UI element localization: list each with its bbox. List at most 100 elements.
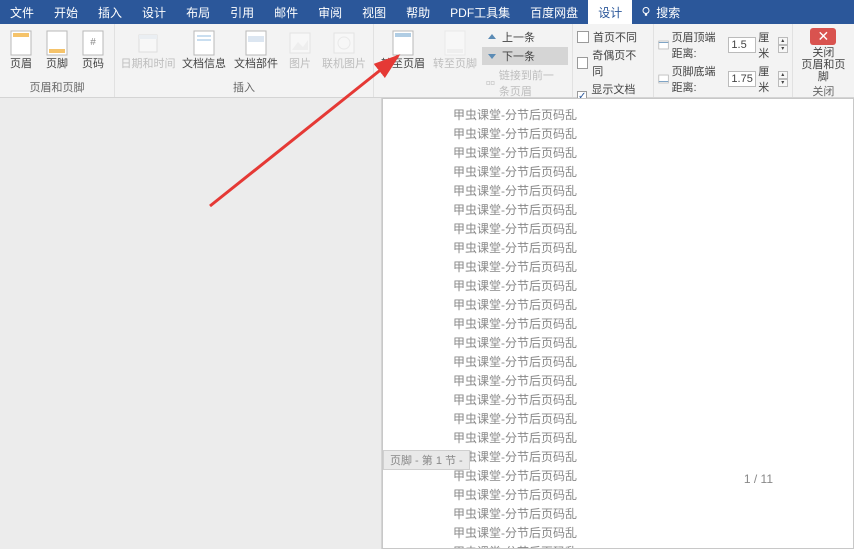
footer-distance-icon xyxy=(658,73,669,85)
workspace: 甲虫课堂-分节后页码乱甲虫课堂-分节后页码乱甲虫课堂-分节后页码乱甲虫课堂-分节… xyxy=(0,98,854,549)
document-line: 甲虫课堂-分节后页码乱 xyxy=(453,447,853,466)
document-line: 甲虫课堂-分节后页码乱 xyxy=(453,333,853,352)
header-distance-input[interactable]: 1.5 xyxy=(728,37,756,53)
document-line: 甲虫课堂-分节后页码乱 xyxy=(453,105,853,124)
tab-header-footer-design[interactable]: 设计 xyxy=(588,0,632,24)
group-navigation: 转至页眉 转至页脚 上一条 下一条 链接到前一条页眉 xyxy=(374,24,573,97)
svg-text:#: # xyxy=(90,37,96,48)
document-line: 甲虫课堂-分节后页码乱 xyxy=(453,219,853,238)
lightbulb-icon xyxy=(640,6,652,18)
tab-insert[interactable]: 插入 xyxy=(88,0,132,24)
document-line: 甲虫课堂-分节后页码乱 xyxy=(453,276,853,295)
picture-icon xyxy=(289,30,311,56)
tab-mailings[interactable]: 邮件 xyxy=(264,0,308,24)
goto-footer-button[interactable]: 转至页脚 xyxy=(430,26,480,70)
document-line: 甲虫课堂-分节后页码乱 xyxy=(453,466,853,485)
picture-button[interactable]: 图片 xyxy=(283,26,317,70)
document-line: 甲虫课堂-分节后页码乱 xyxy=(453,542,853,549)
left-pane xyxy=(0,98,382,549)
page-number-button[interactable]: # 页码 xyxy=(76,26,110,70)
document-line: 甲虫课堂-分节后页码乱 xyxy=(453,238,853,257)
ribbon: 页眉 页脚 # 页码 页眉和页脚 日期和时间 文档信息 xyxy=(0,24,854,98)
goto-header-icon xyxy=(392,30,414,56)
document-line: 甲虫课堂-分节后页码乱 xyxy=(453,295,853,314)
arrow-down-icon xyxy=(486,50,498,62)
nav-prev[interactable]: 上一条 xyxy=(482,28,568,46)
group-insert: 日期和时间 文档信息 文档部件 图片 联机图片 插入 xyxy=(115,24,374,97)
tab-references[interactable]: 引用 xyxy=(220,0,264,24)
document-body: 甲虫课堂-分节后页码乱甲虫课堂-分节后页码乱甲虫课堂-分节后页码乱甲虫课堂-分节… xyxy=(383,99,853,549)
arrow-up-icon xyxy=(486,31,498,43)
tab-help[interactable]: 帮助 xyxy=(396,0,440,24)
footer-icon xyxy=(46,30,68,56)
spin-up-icon[interactable]: ▴ xyxy=(778,71,788,79)
goto-footer-icon xyxy=(444,30,466,56)
document-line: 甲虫课堂-分节后页码乱 xyxy=(453,371,853,390)
tab-home[interactable]: 开始 xyxy=(44,0,88,24)
page-number-icon: # xyxy=(82,30,104,56)
search-label: 搜索 xyxy=(656,4,680,21)
option-odd-even-different[interactable]: 奇偶页不同 xyxy=(577,47,643,79)
document-line: 甲虫课堂-分节后页码乱 xyxy=(453,181,853,200)
tab-baidu-netdisk[interactable]: 百度网盘 xyxy=(520,0,588,24)
group-options: 首页不同 奇偶页不同 显示文档文字 选项 xyxy=(573,24,654,97)
checkbox-icon xyxy=(577,31,589,43)
spinner-buttons[interactable]: ▴▾ xyxy=(778,71,788,87)
footer-bottom-distance[interactable]: 页脚底端距离: 1.75 厘米 ▴▾ xyxy=(658,63,787,95)
date-time-button[interactable]: 日期和时间 xyxy=(119,26,177,70)
tab-view[interactable]: 视图 xyxy=(352,0,396,24)
checkbox-icon xyxy=(577,57,588,69)
doc-info-button[interactable]: 文档信息 xyxy=(179,26,229,70)
group-position: 页眉顶端距离: 1.5 厘米 ▴▾ 页脚底端距离: 1.75 厘米 ▴▾ 插入对… xyxy=(654,24,792,97)
link-icon xyxy=(486,77,495,89)
group-header-footer: 页眉 页脚 # 页码 页眉和页脚 xyxy=(0,24,115,97)
nav-link-previous[interactable]: 链接到前一条页眉 xyxy=(482,66,568,100)
goto-header-button[interactable]: 转至页眉 xyxy=(378,26,428,70)
online-picture-button[interactable]: 联机图片 xyxy=(319,26,369,70)
document-page[interactable]: 甲虫课堂-分节后页码乱甲虫课堂-分节后页码乱甲虫课堂-分节后页码乱甲虫课堂-分节… xyxy=(382,98,854,549)
tab-design[interactable]: 设计 xyxy=(132,0,176,24)
calendar-icon xyxy=(137,30,159,56)
header-top-distance[interactable]: 页眉顶端距离: 1.5 厘米 ▴▾ xyxy=(658,29,787,61)
close-header-footer-button[interactable]: ✕ xyxy=(810,28,836,45)
spinner-buttons[interactable]: ▴▾ xyxy=(778,37,788,53)
header-icon xyxy=(10,30,32,56)
footer-section-tag[interactable]: 页脚 - 第 1 节 - xyxy=(383,450,470,470)
document-line: 甲虫课堂-分节后页码乱 xyxy=(453,523,853,542)
document-line: 甲虫课堂-分节后页码乱 xyxy=(453,200,853,219)
group-label-insert: 插入 xyxy=(119,79,369,97)
header-button[interactable]: 页眉 xyxy=(4,26,38,70)
document-line: 甲虫课堂-分节后页码乱 xyxy=(453,390,853,409)
tab-pdf-tools[interactable]: PDF工具集 xyxy=(440,0,520,24)
doc-parts-icon xyxy=(245,30,267,56)
header-distance-icon xyxy=(658,39,669,51)
spin-down-icon[interactable]: ▾ xyxy=(778,45,788,53)
footer-distance-input[interactable]: 1.75 xyxy=(728,71,756,87)
tab-review[interactable]: 审阅 xyxy=(308,0,352,24)
document-line: 甲虫课堂-分节后页码乱 xyxy=(453,504,853,523)
document-line: 甲虫课堂-分节后页码乱 xyxy=(453,124,853,143)
document-line: 甲虫课堂-分节后页码乱 xyxy=(453,485,853,504)
document-line: 甲虫课堂-分节后页码乱 xyxy=(453,352,853,371)
document-line: 甲虫课堂-分节后页码乱 xyxy=(453,409,853,428)
group-close: ✕ 关闭 页眉和页脚 关闭 xyxy=(793,24,854,97)
doc-parts-button[interactable]: 文档部件 xyxy=(231,26,281,70)
document-line: 甲虫课堂-分节后页码乱 xyxy=(453,162,853,181)
close-icon: ✕ xyxy=(817,28,829,45)
tab-file[interactable]: 文件 xyxy=(0,0,44,24)
footer-button[interactable]: 页脚 xyxy=(40,26,74,70)
tab-layout[interactable]: 布局 xyxy=(176,0,220,24)
nav-next[interactable]: 下一条 xyxy=(482,47,568,65)
menubar: 文件 开始 插入 设计 布局 引用 邮件 审阅 视图 帮助 PDF工具集 百度网… xyxy=(0,0,854,24)
document-line: 甲虫课堂-分节后页码乱 xyxy=(453,428,853,447)
group-label-header-footer: 页眉和页脚 xyxy=(4,79,110,97)
document-line: 甲虫课堂-分节后页码乱 xyxy=(453,314,853,333)
document-line: 甲虫课堂-分节后页码乱 xyxy=(453,143,853,162)
option-first-page-different[interactable]: 首页不同 xyxy=(577,29,643,45)
doc-info-icon xyxy=(193,30,215,56)
tell-me-search[interactable]: 搜索 xyxy=(632,0,688,24)
page-number-indicator: 1 / 11 xyxy=(744,472,773,486)
spin-up-icon[interactable]: ▴ xyxy=(778,37,788,45)
online-picture-icon xyxy=(333,30,355,56)
spin-down-icon[interactable]: ▾ xyxy=(778,79,788,87)
